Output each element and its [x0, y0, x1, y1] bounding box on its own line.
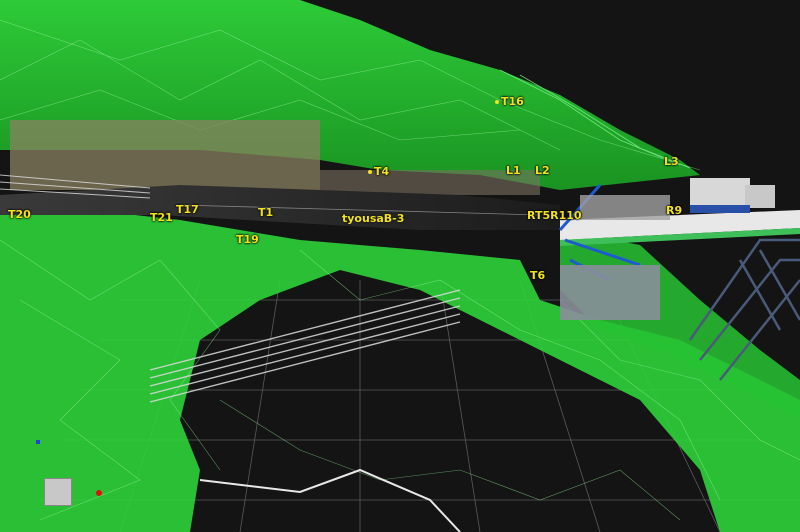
marker-T4[interactable]: T4 [368, 166, 389, 177]
marker-T16[interactable]: T16 [495, 96, 524, 107]
marker-dot-icon [368, 170, 372, 174]
marker-T1[interactable]: T1 [258, 207, 273, 218]
marker-L2[interactable]: L2 [535, 165, 550, 176]
marker-L3[interactable]: L3 [664, 156, 679, 167]
view-cube-icon[interactable] [44, 478, 72, 506]
marker-T19[interactable]: T19 [236, 234, 259, 245]
axis-x-indicator [96, 490, 102, 496]
marker-R9[interactable]: R9 [666, 205, 682, 216]
marker-T20[interactable]: T20 [8, 209, 31, 220]
road-name-label: tyousaB-3 [342, 212, 405, 225]
axis-y-indicator [36, 440, 40, 444]
marker-L1[interactable]: L1 [506, 165, 521, 176]
3d-viewport[interactable]: T16 T4 L1 L2 L3 T17 T21 T1 T19 RT5R110 R… [0, 0, 800, 532]
marker-dot-icon [495, 100, 499, 104]
point-cloud-scene[interactable] [0, 0, 800, 532]
marker-T21[interactable]: T21 [150, 212, 173, 223]
crane-base [560, 265, 660, 320]
marker-T6[interactable]: T6 [530, 270, 545, 281]
marker-RT5R110[interactable]: RT5R110 [527, 210, 582, 221]
marker-T17[interactable]: T17 [176, 204, 199, 215]
truck [690, 178, 750, 208]
